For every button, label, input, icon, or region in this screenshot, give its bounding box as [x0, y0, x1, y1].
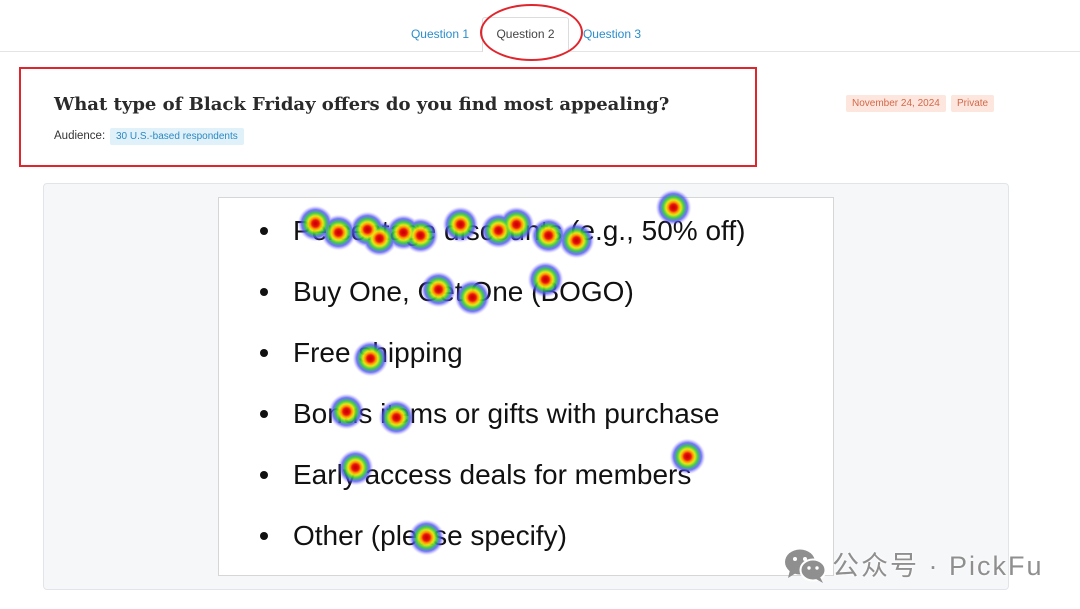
stimulus-panel: Percentage discounts (e.g., 50% off) Buy… — [218, 197, 834, 576]
option-item: Percentage discounts (e.g., 50% off) — [219, 200, 833, 261]
option-text: Bonus items or gifts with purchase — [293, 398, 720, 429]
option-text: Free shipping — [293, 337, 463, 368]
tab-question-1[interactable]: Question 1 — [404, 17, 476, 51]
option-text: Buy One, Get One (BOGO) — [293, 276, 634, 307]
annotation-circle — [480, 4, 583, 61]
option-text: Other (please specify) — [293, 520, 567, 551]
date-badge: November 24, 2024 — [846, 95, 946, 112]
list-bullet — [260, 227, 268, 235]
option-text: Percentage discounts (e.g., 50% off) — [293, 215, 746, 246]
list-bullet — [260, 471, 268, 479]
option-item: Early access deals for members — [219, 444, 833, 505]
question-title: What type of Black Friday offers do you … — [54, 94, 670, 115]
list-bullet — [260, 349, 268, 357]
option-list: Percentage discounts (e.g., 50% off) Buy… — [219, 198, 833, 566]
audience-badge: 30 U.S.-based respondents — [110, 128, 244, 145]
visibility-badge: Private — [951, 95, 995, 112]
list-bullet — [260, 532, 268, 540]
option-item: Bonus items or gifts with purchase — [219, 383, 833, 444]
wechat-icon — [785, 549, 827, 583]
audience-label: Audience: — [54, 130, 106, 142]
option-text: Early access deals for members — [293, 459, 692, 490]
watermark-text: 公众号 · PickFu — [832, 551, 1044, 581]
option-item: Free shipping — [219, 322, 833, 383]
option-item: Other (please specify) — [219, 505, 833, 566]
tab-question-3[interactable]: Question 3 — [576, 17, 648, 51]
option-item: Buy One, Get One (BOGO) — [219, 261, 833, 322]
list-bullet — [260, 410, 268, 418]
list-bullet — [260, 288, 268, 296]
